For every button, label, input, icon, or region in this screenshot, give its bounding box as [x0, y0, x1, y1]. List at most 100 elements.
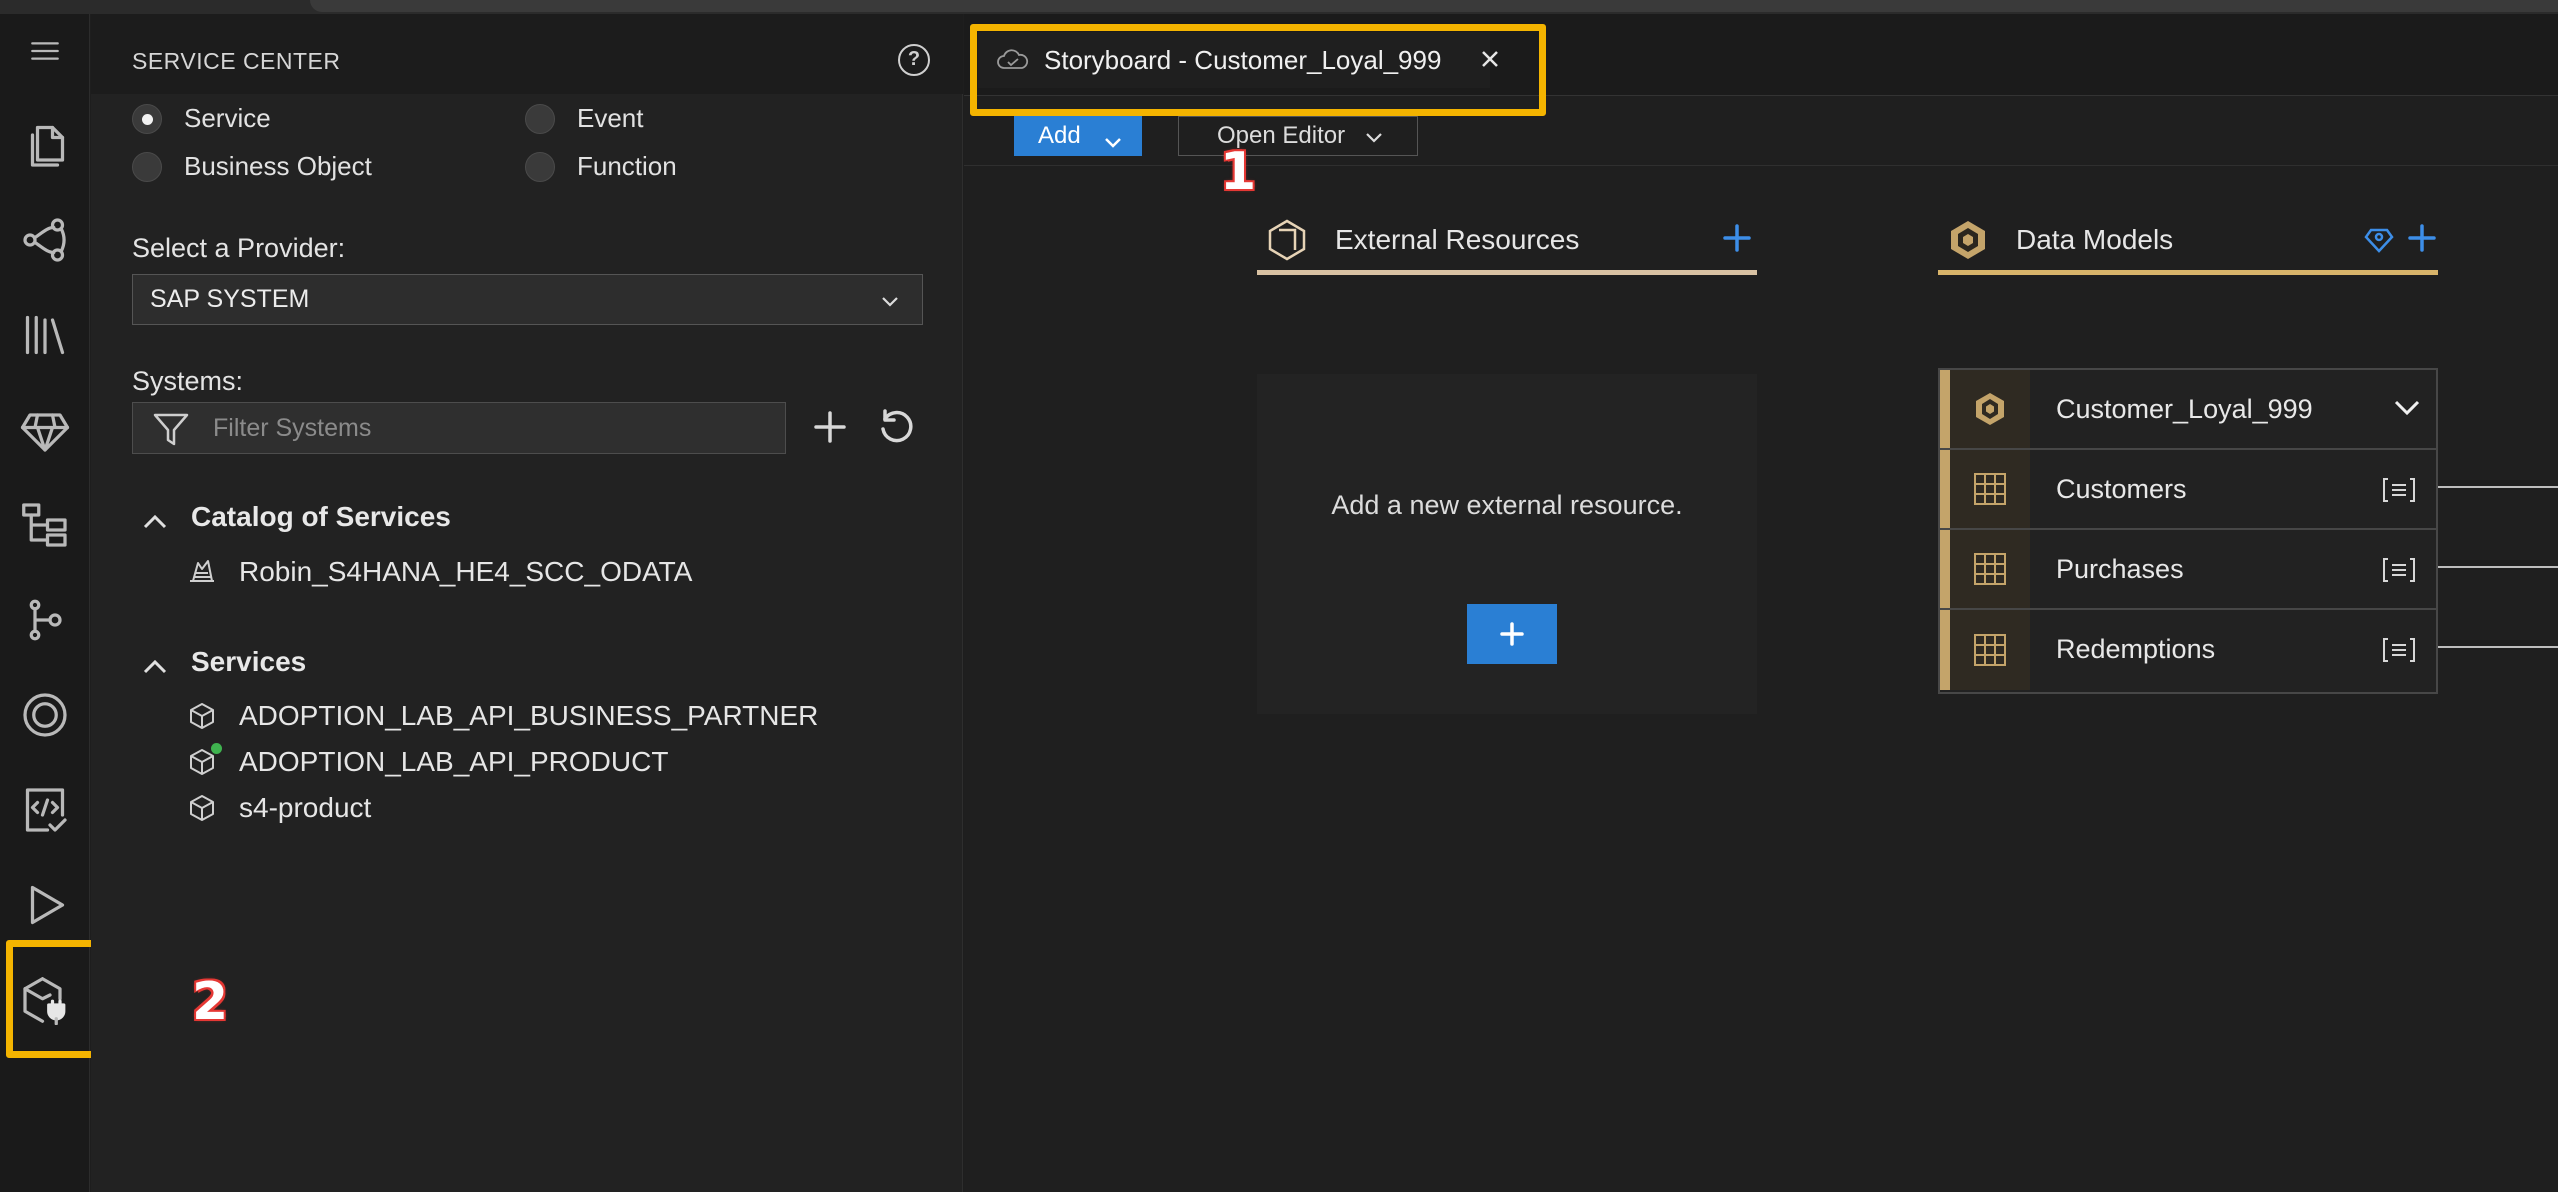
- entity-row[interactable]: Purchases: [1940, 530, 2436, 610]
- radio-dot: [132, 103, 162, 134]
- row-stripe: [1940, 610, 1950, 690]
- systems-label: Systems:: [132, 366, 244, 396]
- add-external-resource-button[interactable]: [1467, 604, 1557, 664]
- connector-line: [2438, 566, 2558, 568]
- callout-1: 1: [1220, 142, 1257, 202]
- filter-icon: [153, 413, 189, 447]
- data-models-underline: [1938, 270, 2438, 275]
- radio-dot: [525, 151, 555, 182]
- table-grid-icon: [1950, 610, 2030, 690]
- refresh-button[interactable]: [875, 405, 919, 449]
- service-item-label: s4-product: [239, 792, 372, 823]
- catalog-item[interactable]: Robin_S4HANA_HE4_SCC_ODATA: [187, 556, 692, 588]
- catalog-section-header[interactable]: Catalog of Services: [141, 501, 451, 533]
- services-section-title: Services: [191, 646, 307, 677]
- table-grid-icon: [1950, 530, 2030, 608]
- chevron-down-icon: [880, 290, 900, 310]
- service-item[interactable]: ADOPTION_LAB_API_PRODUCT: [187, 743, 669, 778]
- at-ring-icon[interactable]: [0, 670, 90, 760]
- add-button-label: Add: [1038, 122, 1081, 149]
- status-dot-green: [211, 743, 222, 754]
- chevron-down-icon: [1104, 129, 1122, 148]
- gem-icon[interactable]: [2364, 224, 2394, 254]
- provider-select[interactable]: SAP SYSTEM: [132, 274, 923, 325]
- entity-name: Redemptions: [2056, 634, 2216, 664]
- radio-business-object[interactable]: Business Object: [132, 151, 372, 182]
- callout-2: 2: [192, 972, 229, 1032]
- open-editor-button[interactable]: Open Editor: [1178, 116, 1418, 156]
- code-check-icon[interactable]: [0, 765, 90, 855]
- chevron-down-icon: [1366, 133, 1382, 143]
- data-model-name: Customer_Loyal_999: [2056, 394, 2313, 424]
- help-icon[interactable]: ?: [898, 44, 930, 76]
- cube-icon: [187, 793, 217, 823]
- cube-icon: [187, 701, 217, 731]
- service-item[interactable]: ADOPTION_LAB_API_BUSINESS_PARTNER: [187, 700, 818, 732]
- add-data-model-plus-icon[interactable]: [2407, 223, 2437, 253]
- sidebar-header: SERVICE CENTER ?: [91, 14, 963, 94]
- list-detail-icon[interactable]: [2382, 636, 2416, 664]
- run-icon[interactable]: [0, 860, 90, 950]
- data-model-table: Customer_Loyal_999 Customers Purchases R…: [1938, 368, 2438, 694]
- radio-label: Event: [577, 103, 644, 133]
- service-item-label: ADOPTION_LAB_API_BUSINESS_PARTNER: [239, 700, 819, 731]
- chevron-down-icon[interactable]: [2392, 398, 2422, 418]
- data-model-icon: [1946, 218, 1990, 262]
- connector-line: [2438, 486, 2558, 488]
- browser-top-strip: [0, 0, 2558, 14]
- data-model-icon: [1950, 370, 2030, 448]
- service-item-label: ADOPTION_LAB_API_PRODUCT: [239, 746, 669, 777]
- service-item[interactable]: s4-product: [187, 792, 371, 824]
- row-stripe: [1940, 370, 1950, 448]
- editor-area: Storyboard - Customer_Loyal_999 Add Open…: [964, 14, 2558, 1192]
- entity-row[interactable]: Customers: [1940, 450, 2436, 530]
- add-external-resource-plus-icon[interactable]: [1722, 223, 1752, 253]
- radio-dot: [132, 151, 162, 182]
- filter-systems-input[interactable]: [213, 403, 773, 453]
- radio-event[interactable]: Event: [525, 103, 644, 134]
- add-system-button[interactable]: [808, 405, 852, 449]
- sidebar-title: SERVICE CENTER: [132, 48, 341, 74]
- radio-function[interactable]: Function: [525, 151, 677, 182]
- empty-state-text: Add a new external resource.: [1331, 490, 1683, 520]
- radio-service[interactable]: Service: [132, 103, 271, 134]
- service-center-sidebar: SERVICE CENTER ? Service Event Business …: [91, 14, 963, 1192]
- radio-dot: [525, 103, 555, 134]
- radio-label: Function: [577, 151, 677, 181]
- table-grid-icon: [1950, 450, 2030, 528]
- data-models-title: Data Models: [2016, 224, 2174, 255]
- source-control-icon[interactable]: [0, 195, 90, 285]
- entity-row[interactable]: Redemptions: [1940, 610, 2436, 690]
- explorer-icon[interactable]: [0, 100, 90, 190]
- hierarchy-icon[interactable]: [0, 480, 90, 570]
- external-resources-header: External Resources: [1257, 208, 1757, 272]
- chevron-up-icon: [141, 652, 169, 674]
- provider-label: Select a Provider:: [132, 233, 346, 263]
- services-section-header[interactable]: Services: [141, 646, 306, 678]
- connector-line: [2438, 646, 2558, 648]
- filter-systems-field[interactable]: [132, 402, 786, 454]
- plus-icon: [814, 411, 846, 443]
- refresh-icon: [881, 409, 913, 443]
- data-model-header-row[interactable]: Customer_Loyal_999: [1940, 370, 2436, 450]
- git-branch-icon[interactable]: [0, 575, 90, 665]
- list-detail-icon[interactable]: [2382, 476, 2416, 504]
- radio-label: Business Object: [184, 151, 372, 181]
- library-icon[interactable]: [0, 290, 90, 380]
- catalog-icon: [187, 557, 217, 587]
- data-models-header: Data Models: [1938, 208, 2438, 272]
- cube-icon: [187, 743, 222, 777]
- list-detail-icon[interactable]: [2382, 556, 2416, 584]
- entity-name: Customers: [2056, 474, 2187, 504]
- menu-icon[interactable]: [0, 16, 90, 86]
- external-resources-underline: [1257, 270, 1757, 275]
- browser-address-strip: [310, 0, 2558, 12]
- entity-name: Purchases: [2056, 554, 2184, 584]
- add-button[interactable]: Add: [1014, 116, 1142, 156]
- catalog-section-title: Catalog of Services: [191, 501, 451, 532]
- external-resources-panel: Add a new external resource.: [1257, 374, 1757, 714]
- external-resource-icon: [1265, 218, 1309, 262]
- gem-icon[interactable]: [0, 385, 90, 475]
- external-resources-title: External Resources: [1335, 224, 1580, 255]
- plus-icon: [1500, 622, 1524, 646]
